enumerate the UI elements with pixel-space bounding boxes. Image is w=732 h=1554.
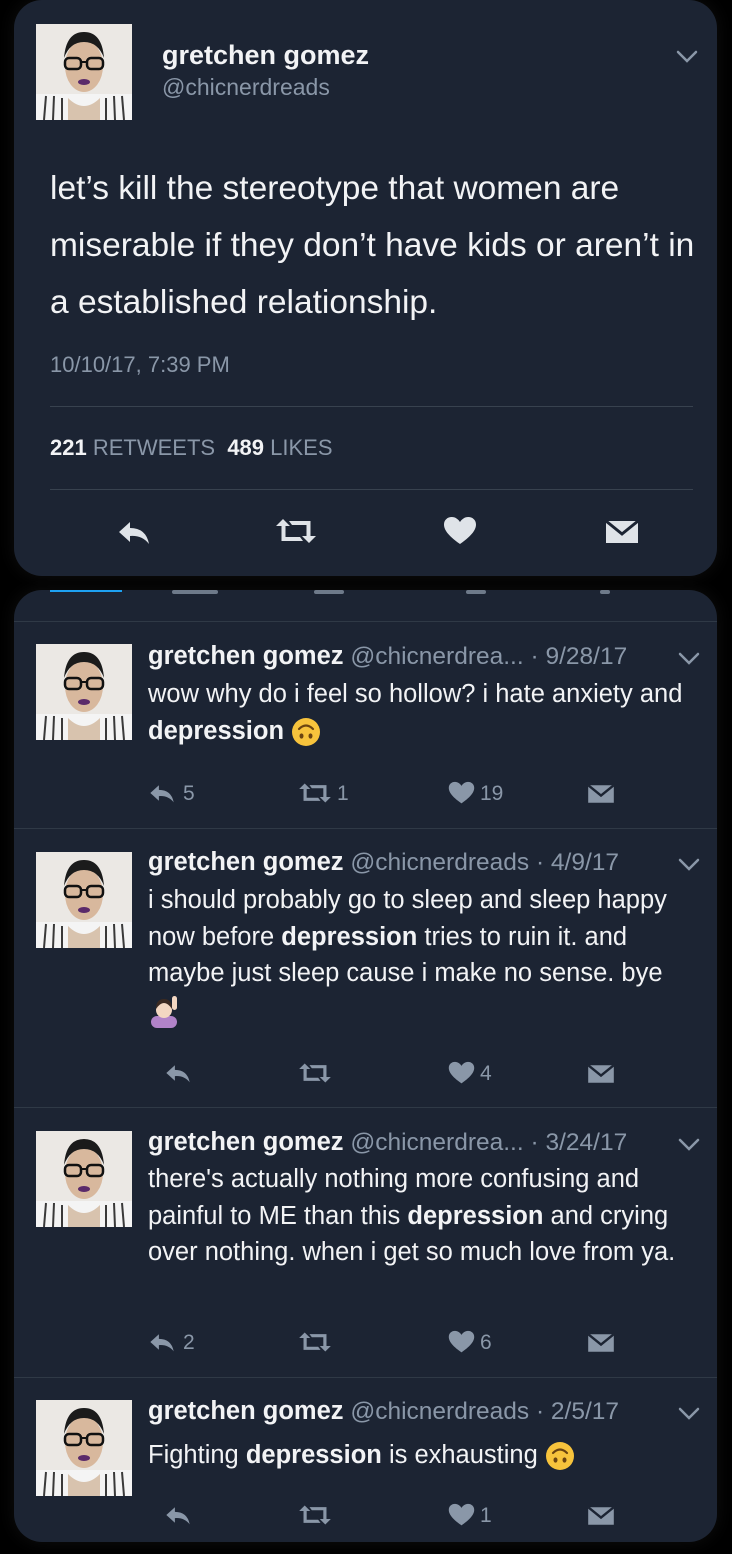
highlighted-term: depression [245, 1441, 382, 1469]
direct-message-icon[interactable] [586, 1504, 616, 1528]
direct-message-icon[interactable] [586, 1331, 616, 1355]
tweet-text: Fighting depression is exhausting [148, 1437, 688, 1474]
reply-count[interactable]: 5 [183, 782, 195, 806]
avatar[interactable] [36, 1400, 132, 1496]
avatar[interactable] [36, 1131, 132, 1227]
avatar[interactable] [36, 24, 132, 120]
heart-icon[interactable] [448, 1330, 475, 1354]
person-raising-hand-icon [151, 995, 177, 1028]
highlighted-term: depression [281, 922, 418, 951]
tweet-date[interactable]: · 3/24/17 [530, 1129, 627, 1156]
author-name[interactable]: gretchen gomez [148, 1128, 344, 1156]
cut-off-action-fragment [314, 590, 344, 594]
divider [14, 828, 717, 829]
chevron-down-icon[interactable] [678, 652, 700, 666]
retweet-count[interactable]: 221 [50, 435, 87, 460]
avatar[interactable] [36, 852, 132, 948]
retweet-count[interactable]: 1 [337, 782, 349, 806]
divider [14, 1107, 717, 1108]
retweet-label[interactable]: RETWEETS [93, 435, 215, 460]
like-count[interactable]: 6 [480, 1331, 492, 1355]
direct-message-icon[interactable] [586, 1062, 616, 1086]
tweet-header: gretchen gomez @chicnerdreads · 4/9/17 [148, 848, 619, 877]
author-name[interactable]: gretchen gomez [148, 1397, 344, 1425]
author-name[interactable]: gretchen gomez [162, 40, 369, 71]
tweet-text-segment: is exhausting [381, 1441, 545, 1469]
tweet-text-segment: Fighting [148, 1441, 246, 1469]
author-handle[interactable]: @chicnerdreads [350, 1398, 529, 1425]
cut-off-action-fragment [600, 590, 610, 594]
retweet-icon[interactable] [296, 1061, 334, 1085]
like-count[interactable]: 4 [480, 1062, 492, 1086]
divider [14, 621, 717, 622]
like-count[interactable]: 1 [480, 1504, 492, 1528]
author-name[interactable]: gretchen gomez [148, 848, 344, 876]
heart-icon[interactable] [443, 516, 477, 546]
divider [14, 1377, 717, 1378]
author-name[interactable]: gretchen gomez [148, 642, 344, 670]
reply-icon[interactable] [164, 1504, 192, 1526]
direct-message-icon[interactable] [586, 782, 616, 806]
reply-icon[interactable] [164, 1062, 192, 1084]
chevron-down-icon[interactable] [678, 1138, 700, 1152]
author-handle[interactable]: @chicnerdreads [162, 74, 330, 101]
like-count[interactable]: 19 [480, 782, 503, 806]
highlighted-term: depression [148, 716, 285, 745]
like-label[interactable]: LIKES [270, 435, 332, 460]
direct-message-icon[interactable] [604, 517, 640, 547]
divider [50, 489, 693, 490]
tweet-text: i should probably go to sleep and sleep … [148, 882, 688, 1028]
reply-count[interactable]: 2 [183, 1331, 195, 1355]
reply-icon[interactable] [148, 1331, 176, 1353]
like-count[interactable]: 489 [227, 435, 264, 460]
retweet-icon[interactable] [272, 516, 320, 546]
tweet-text-segment [284, 717, 291, 745]
cut-off-action-fragment [466, 590, 486, 594]
main-tweet-card: gretchen gomez @chicnerdreads let’s kill… [14, 0, 717, 576]
tweet-date[interactable]: · 2/5/17 [536, 1398, 619, 1425]
heart-icon[interactable] [448, 1061, 475, 1085]
tweet-header: gretchen gomez @chicnerdrea... · 3/24/17 [148, 1128, 627, 1157]
divider [50, 406, 693, 407]
author-handle[interactable]: @chicnerdrea... [350, 643, 523, 670]
tweet-text-segment: wow why do i feel so hollow? i hate anxi… [148, 680, 683, 708]
tweet-header: gretchen gomez @chicnerdrea... · 9/28/17 [148, 642, 627, 671]
tweet-text: there's actually nothing more confusing … [148, 1161, 688, 1271]
upside-down-face-icon [292, 717, 321, 746]
tweet-text: let’s kill the stereotype that women are… [50, 170, 695, 321]
author-handle[interactable]: @chicnerdrea... [350, 1129, 523, 1156]
highlighted-term: depression [407, 1201, 544, 1230]
heart-icon[interactable] [448, 781, 475, 805]
retweet-icon[interactable] [296, 781, 334, 805]
chevron-down-icon[interactable] [678, 1407, 700, 1421]
avatar[interactable] [36, 644, 132, 740]
reply-icon[interactable] [148, 782, 176, 804]
tweet-stats: 221 RETWEETS 489 LIKES [50, 435, 333, 461]
tweet-header: gretchen gomez @chicnerdreads · 2/5/17 [148, 1397, 619, 1426]
tweet-text: wow why do i feel so hollow? i hate anxi… [148, 676, 688, 749]
chevron-down-icon[interactable] [676, 50, 698, 64]
author-handle[interactable]: @chicnerdreads [350, 849, 529, 876]
scroll-indicator [50, 590, 122, 592]
tweet-date[interactable]: · 4/9/17 [536, 849, 619, 876]
cut-off-action-fragment [172, 590, 218, 594]
retweet-icon[interactable] [296, 1330, 334, 1354]
chevron-down-icon[interactable] [678, 858, 700, 872]
retweet-icon[interactable] [296, 1503, 334, 1527]
reply-icon[interactable] [116, 518, 152, 546]
upside-down-face-icon [545, 1442, 574, 1471]
tweet-date[interactable]: · 9/28/17 [530, 643, 627, 670]
heart-icon[interactable] [448, 1503, 475, 1527]
tweet-list-card: gretchen gomez @chicnerdrea... · 9/28/17… [14, 590, 717, 1542]
tweet-timestamp[interactable]: 10/10/17, 7:39 PM [50, 352, 230, 378]
